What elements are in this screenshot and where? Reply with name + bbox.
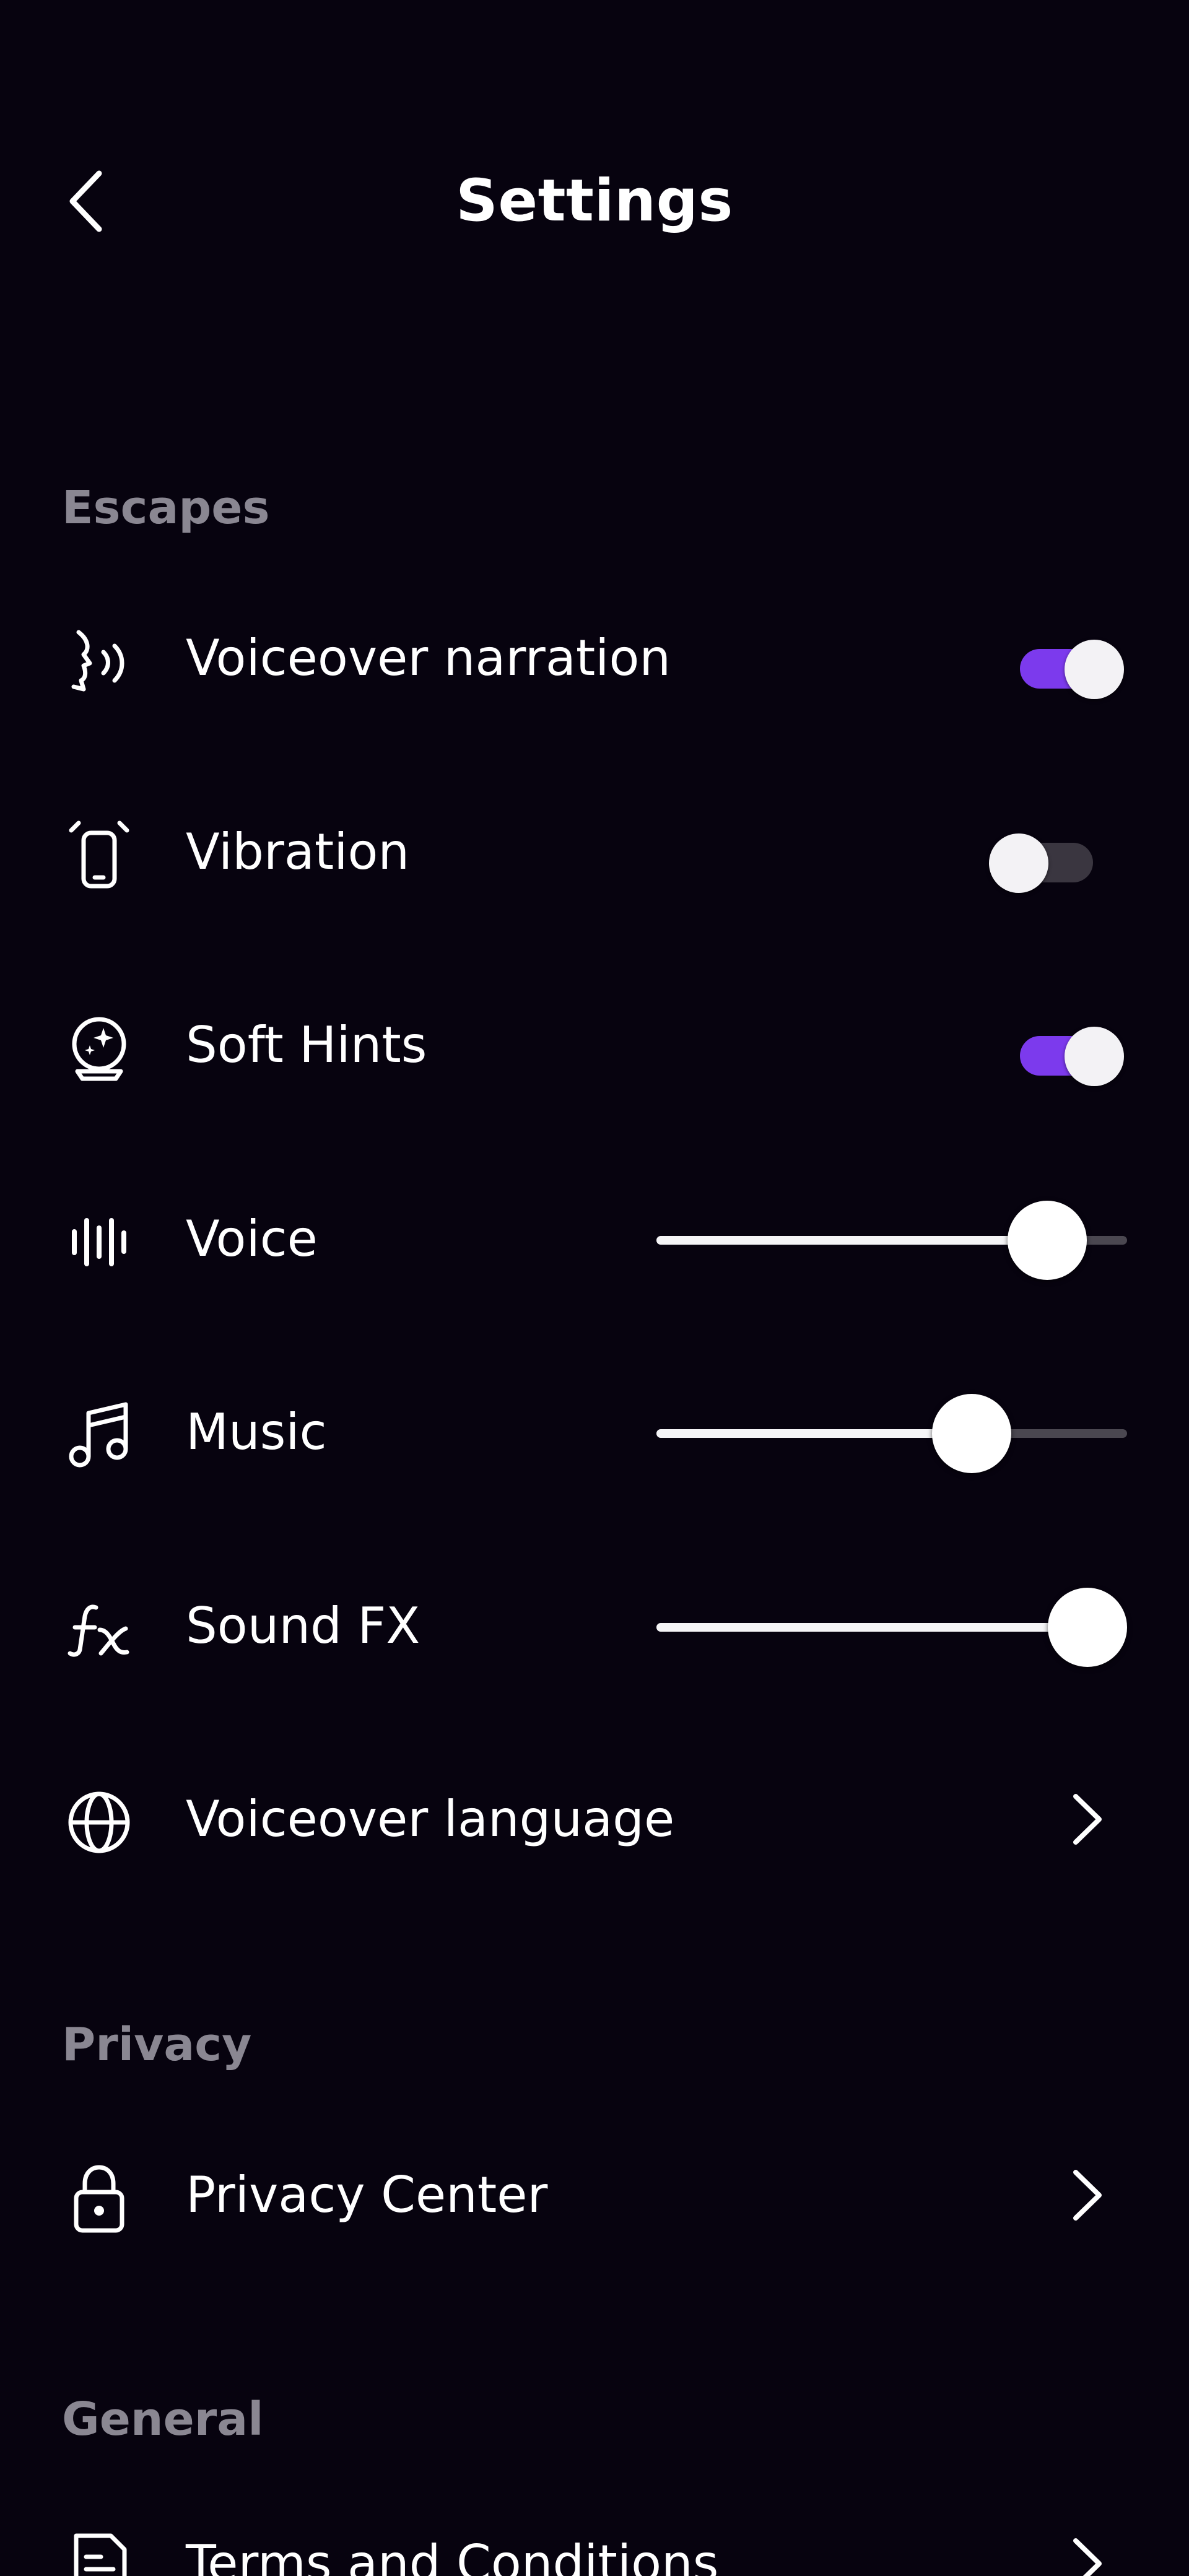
row-voiceover-language[interactable]: Voiceover language [0,1739,1189,1900]
fx-icon [62,1592,136,1666]
row-label: Vibration [186,823,410,881]
row-label: Voice [186,1210,318,1268]
row-label: Soft Hints [186,1016,427,1074]
slider-thumb[interactable] [1007,1201,1087,1280]
music-note-icon [62,1398,136,1473]
section-title-privacy: Privacy [62,2018,252,2071]
waveform-icon [62,1205,136,1279]
toggle-knob [1065,640,1124,699]
row-vibration: Vibration [0,772,1189,933]
row-voice: Voice [0,1159,1189,1320]
row-music: Music [0,1352,1189,1513]
voice-slider[interactable] [656,1201,1127,1280]
toggle-knob [1065,1027,1124,1086]
row-label: Voiceover narration [186,629,671,687]
row-label: Sound FX [186,1597,420,1655]
row-voiceover-narration: Voiceover narration [0,578,1189,739]
slider-thumb[interactable] [1048,1588,1127,1667]
chevron-right-icon [1059,1791,1115,1847]
slider-fill [656,1236,1047,1245]
row-label: Terms and Conditions [186,2535,719,2576]
voiceover-narration-toggle[interactable] [1020,640,1124,699]
row-label: Privacy Center [186,2166,548,2224]
chevron-right-icon [1059,2167,1115,2223]
row-label: Music [186,1403,327,1461]
globe-icon [62,1785,136,1860]
slider-thumb[interactable] [932,1394,1012,1473]
vibration-toggle[interactable] [989,833,1093,893]
chevron-right-icon [1059,2536,1115,2576]
slider-fill [656,1429,972,1438]
row-soft-hints: Soft Hints [0,965,1189,1126]
row-label: Voiceover language [186,1790,675,1848]
crystal-ball-icon [62,1011,136,1086]
row-privacy-center[interactable]: Privacy Center [0,2115,1189,2276]
speaking-head-icon [62,624,136,698]
header: Settings [0,142,1189,260]
settings-screen: Settings Escapes Voiceover narration Vib… [0,0,1189,2576]
row-terms-and-conditions[interactable]: Terms and Conditions [0,2483,1189,2576]
row-sound-fx: Sound FX [0,1546,1189,1707]
document-icon [62,2530,136,2576]
toggle-knob [989,833,1048,893]
section-title-general: General [62,2393,264,2446]
phone-vibrate-icon [62,818,136,892]
page-title: Settings [456,167,733,235]
soft-hints-toggle[interactable] [1020,1027,1124,1086]
section-title-escapes: Escapes [62,481,270,534]
sound-fx-slider[interactable] [656,1588,1127,1667]
lock-icon [62,2161,136,2235]
slider-fill [656,1623,1087,1632]
music-slider[interactable] [656,1394,1127,1473]
